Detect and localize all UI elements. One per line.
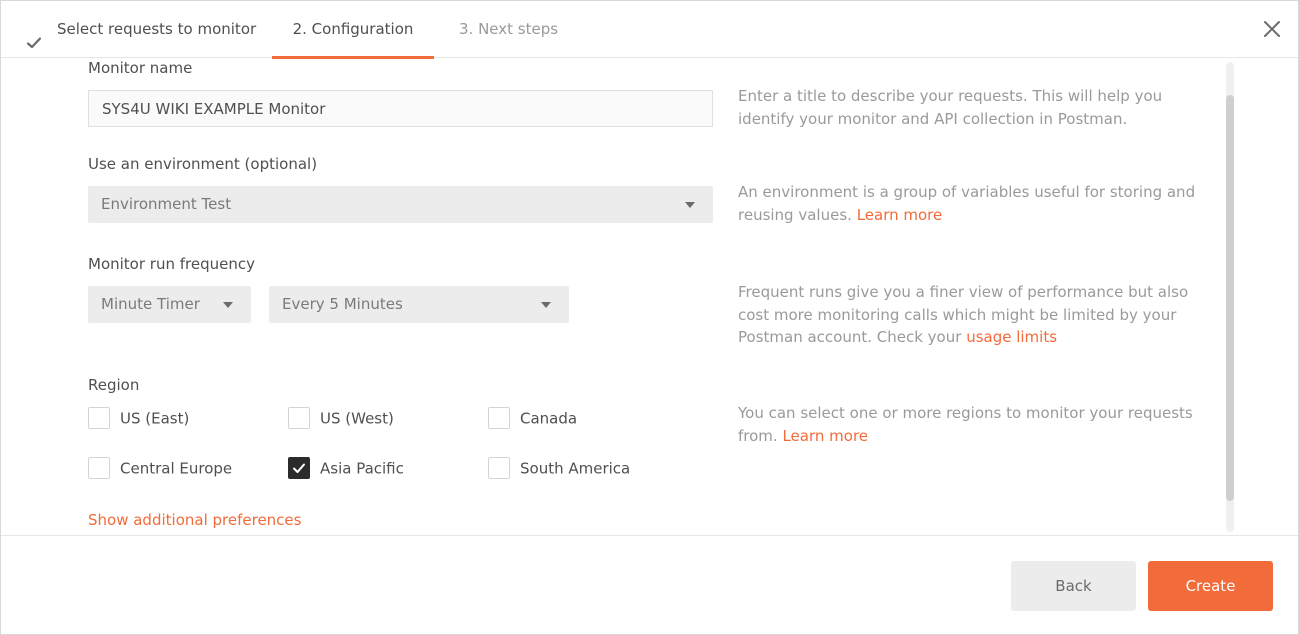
tab-label: 2. Configuration — [292, 20, 414, 38]
environment-learn-more-link[interactable]: Learn more — [857, 206, 943, 224]
checkbox[interactable] — [488, 406, 510, 429]
checkbox[interactable] — [288, 406, 310, 429]
region-option-label: Central Europe — [120, 459, 233, 478]
checkbox[interactable] — [88, 456, 110, 479]
timer-type-select[interactable]: Minute Timer — [88, 286, 251, 323]
tab-label: 3. Next steps — [459, 20, 559, 38]
region-label: Region — [88, 376, 140, 394]
monitor-name-input[interactable] — [88, 90, 713, 127]
usage-limits-link[interactable]: usage limits — [966, 328, 1057, 346]
frequency-label: Monitor run frequency — [88, 255, 255, 273]
region-canada[interactable]: Canada — [488, 406, 578, 429]
caret-down-icon — [223, 302, 233, 308]
tab-label: Select requests to monitor — [57, 20, 257, 38]
check-icon — [293, 463, 305, 473]
check-icon — [25, 19, 43, 48]
region-option-label: Asia Pacific — [320, 459, 404, 478]
interval-select[interactable]: Every 5 Minutes — [269, 286, 569, 323]
dialog-footer: Back Create — [1, 535, 1298, 634]
create-button[interactable]: Create — [1148, 561, 1273, 611]
tab-select-requests[interactable]: Select requests to monitor — [25, 1, 256, 58]
region-help: You can select one or more regions to mo… — [738, 402, 1198, 447]
frequency-help-text: Frequent runs give you a finer view of p… — [738, 283, 1189, 346]
region-option-label: US (East) — [120, 409, 190, 428]
region-central-europe[interactable]: Central Europe — [88, 456, 233, 479]
close-button[interactable] — [1261, 18, 1283, 40]
region-learn-more-link[interactable]: Learn more — [782, 427, 868, 445]
monitor-name-label: Monitor name — [88, 59, 193, 77]
interval-selected-value: Every 5 Minutes — [282, 295, 403, 313]
frequency-help: Frequent runs give you a finer view of p… — [738, 281, 1198, 349]
region-asia-pacific[interactable]: Asia Pacific — [288, 456, 404, 479]
environment-help-text: An environment is a group of variables u… — [738, 183, 1196, 224]
back-button[interactable]: Back — [1011, 561, 1136, 611]
checkbox-checked[interactable] — [288, 456, 310, 479]
wizard-tabs: Select requests to monitor 2. Configurat… — [1, 1, 1298, 59]
monitor-name-help: Enter a title to describe your requests.… — [738, 87, 1163, 128]
region-us-west[interactable]: US (West) — [288, 406, 394, 429]
timer-type-selected-value: Minute Timer — [101, 295, 200, 313]
close-icon — [1264, 21, 1280, 37]
caret-down-icon — [685, 202, 695, 208]
region-option-label: Canada — [520, 409, 578, 428]
caret-down-icon — [541, 302, 551, 308]
environment-help: An environment is a group of variables u… — [738, 181, 1198, 226]
environment-selected-value: Environment Test — [101, 195, 232, 213]
environment-select[interactable]: Environment Test — [88, 186, 713, 223]
checkbox[interactable] — [88, 406, 110, 429]
tab-next-steps[interactable]: 3. Next steps — [459, 1, 558, 58]
show-additional-preferences-link[interactable]: Show additional preferences — [88, 511, 301, 529]
tab-configuration[interactable]: 2. Configuration — [272, 1, 434, 59]
region-option-label: US (West) — [320, 409, 394, 428]
region-us-east[interactable]: US (East) — [88, 406, 190, 429]
environment-label: Use an environment (optional) — [88, 155, 318, 173]
scrollbar-thumb[interactable] — [1226, 95, 1234, 501]
configuration-form: Monitor name Enter a title to describe y… — [1, 59, 1298, 535]
region-south-america[interactable]: South America — [488, 456, 631, 479]
checkbox[interactable] — [488, 456, 510, 479]
region-option-label: South America — [520, 459, 631, 478]
create-monitor-dialog: Select requests to monitor 2. Configurat… — [0, 0, 1299, 635]
